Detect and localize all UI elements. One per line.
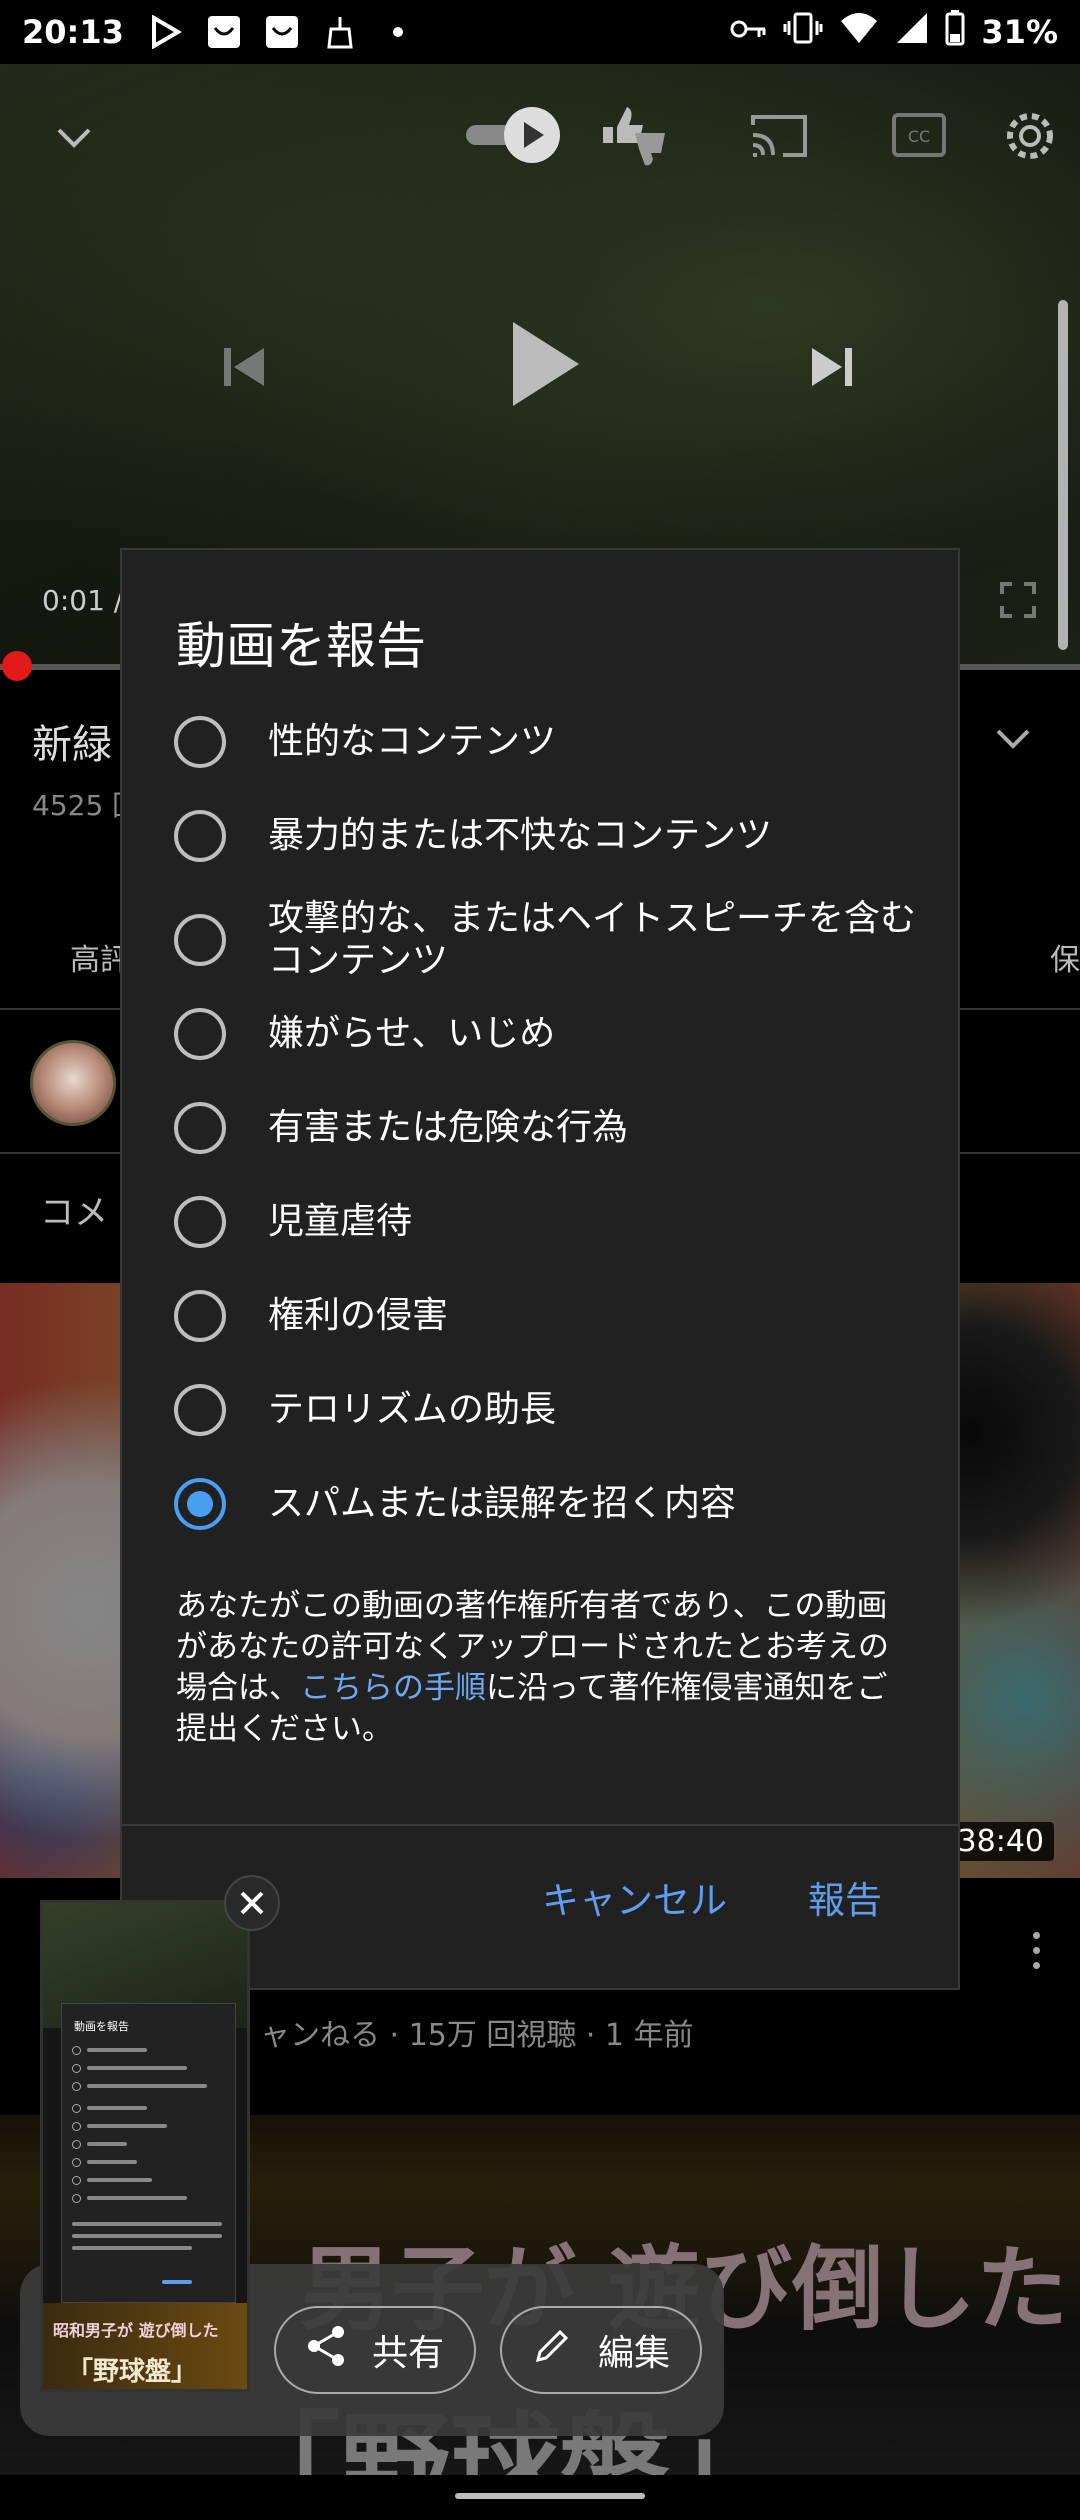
report-button[interactable]: 報告 <box>808 1870 882 1924</box>
pencil-icon <box>532 2326 598 2375</box>
playback-time: 0:01 / <box>42 584 124 617</box>
video-duration-badge: 38:40 <box>947 1822 1054 1861</box>
report-video-dialog: 動画を報告 性的なコンテンツ 暴力的または不快なコンテンツ 攻撃的な、またはヘイ… <box>120 548 960 1990</box>
option-label: 有害または危険な行為 <box>268 1107 629 1148</box>
status-time: 20:13 <box>22 13 124 51</box>
save-button[interactable]: 保 <box>1050 935 1080 979</box>
key-icon <box>729 13 767 51</box>
option-label: 権利の侵害 <box>268 1295 449 1336</box>
share-label: 共有 <box>372 2333 445 2374</box>
option-label: スパムまたは誤解を招く内容 <box>268 1483 737 1524</box>
share-button[interactable]: 共有 <box>274 2306 477 2394</box>
notification-icon <box>262 12 302 52</box>
notification-icon <box>204 12 244 52</box>
expand-description-icon[interactable] <box>995 728 1031 750</box>
edit-label: 編集 <box>598 2333 671 2374</box>
copyright-instructions-link[interactable]: こちらの手順 <box>300 1670 486 1706</box>
collapse-icon[interactable] <box>50 114 98 162</box>
cancel-button[interactable]: キャンセル <box>542 1870 727 1924</box>
option-label: 性的なコンテンツ <box>268 721 557 762</box>
preview-title: 動画を報告 <box>74 2020 129 2033</box>
report-option-spam[interactable]: スパムまたは誤解を招く内容 <box>174 1478 924 1530</box>
report-option-rights[interactable]: 権利の侵害 <box>174 1290 924 1342</box>
progress-handle[interactable] <box>2 651 32 681</box>
more-options-icon[interactable] <box>1016 1920 1056 1980</box>
report-option-violent[interactable]: 暴力的または不快なコンテンツ <box>174 810 924 862</box>
radio-button-selected[interactable] <box>174 1478 226 1530</box>
option-label: 攻撃的な、またはヘイトスピーチを含むコンテンツ <box>268 898 917 981</box>
thumbs-icon[interactable] <box>596 98 672 174</box>
preview-thumb-text: 昭和男子が 遊び倒した <box>53 2321 219 2340</box>
radio-button[interactable] <box>174 1102 226 1154</box>
autoplay-toggle[interactable] <box>460 104 570 166</box>
scrollbar[interactable] <box>1058 300 1068 650</box>
signal-icon <box>895 11 929 53</box>
status-bar: 20:13 31% <box>0 0 1080 64</box>
radio-button[interactable] <box>174 914 226 966</box>
home-pill[interactable] <box>455 2493 645 2499</box>
vibrate-icon <box>783 11 823 53</box>
radio-button[interactable] <box>174 716 226 768</box>
svg-text:CC: CC <box>908 127 930 146</box>
dot-icon <box>378 12 418 52</box>
radio-button[interactable] <box>174 1384 226 1436</box>
preview-dialog: 動画を報告 <box>61 2003 236 2303</box>
cast-icon[interactable] <box>746 106 812 164</box>
radio-button[interactable] <box>174 1290 226 1342</box>
battery-icon <box>945 10 965 54</box>
play-icon[interactable] <box>500 314 590 414</box>
radio-button[interactable] <box>174 1008 226 1060</box>
close-icon[interactable] <box>224 1875 280 1931</box>
wifi-icon <box>839 11 879 53</box>
captions-icon[interactable]: CC <box>886 106 952 164</box>
option-label: テロリズムの助長 <box>268 1389 557 1430</box>
broom-icon <box>320 12 360 52</box>
report-option-child-abuse[interactable]: 児童虐待 <box>174 1196 924 1248</box>
preview-thumb-text: 「野球盤」 <box>67 2357 198 2387</box>
copyright-note: あなたがこの動画の著作権所有者であり、この動画があなたの許可なくアップロードされ… <box>176 1586 916 1750</box>
play-store-icon <box>146 12 186 52</box>
option-label: 暴力的または不快なコンテンツ <box>268 815 773 856</box>
edit-button[interactable]: 編集 <box>500 2306 703 2394</box>
settings-icon[interactable] <box>1000 106 1060 166</box>
radio-button[interactable] <box>174 810 226 862</box>
screenshot-preview[interactable]: 動画を報告 昭和男子が 遊び倒した 「野球盤」 <box>40 1900 250 2392</box>
radio-button[interactable] <box>174 1196 226 1248</box>
previous-icon[interactable] <box>210 334 276 400</box>
channel-avatar[interactable] <box>30 1040 116 1126</box>
video-title[interactable]: 新緑 <box>32 712 112 770</box>
share-icon <box>306 2325 372 2376</box>
divider <box>122 1824 958 1826</box>
gesture-nav-bar <box>0 2475 1080 2520</box>
report-option-terrorism[interactable]: テロリズムの助長 <box>174 1384 924 1436</box>
option-label: 嫌がらせ、いじめ <box>268 1013 556 1054</box>
report-option-dangerous[interactable]: 有害または危険な行為 <box>174 1102 924 1154</box>
next-icon[interactable] <box>800 334 866 400</box>
report-option-sexual[interactable]: 性的なコンテンツ <box>174 716 924 768</box>
option-label: 児童虐待 <box>268 1201 413 1242</box>
fullscreen-icon[interactable] <box>996 578 1040 622</box>
report-option-hate[interactable]: 攻撃的な、またはヘイトスピーチを含むコンテンツ <box>174 898 924 982</box>
preview-thumbnail: 昭和男子が 遊び倒した 「野球盤」 <box>43 2303 247 2389</box>
comments-header[interactable]: コメ <box>40 1185 108 1234</box>
report-option-harassment[interactable]: 嫌がらせ、いじめ <box>174 1008 924 1060</box>
dialog-title: 動画を報告 <box>176 617 426 675</box>
video-meta: ャンねる · 15万 回視聴 · 1 年前 <box>260 2018 694 2053</box>
battery-percent: 31% <box>981 13 1058 51</box>
